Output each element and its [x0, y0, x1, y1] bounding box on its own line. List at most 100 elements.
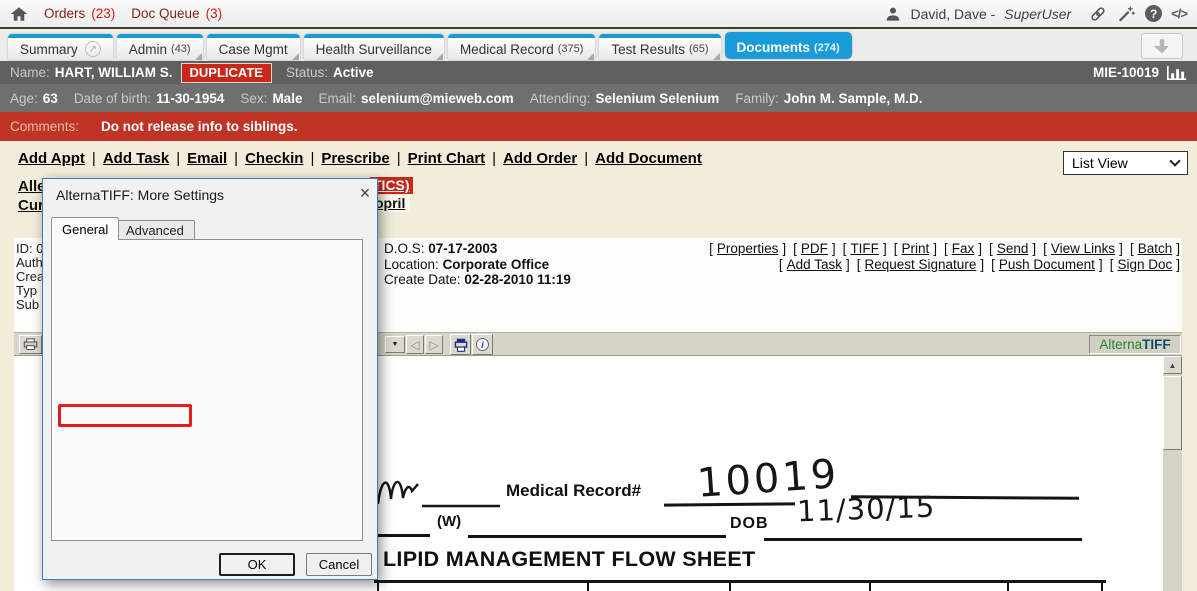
bracket: [	[1130, 241, 1134, 257]
separator: |	[492, 150, 496, 167]
close-icon[interactable]: ×	[355, 182, 375, 204]
pdf-link[interactable]: PDF	[801, 241, 828, 257]
bracket: ]	[1099, 257, 1103, 273]
tab-dropdown-fold-icon[interactable]	[195, 53, 202, 60]
previous-page-button[interactable]: ◁	[406, 335, 424, 354]
location-label: Location:	[384, 257, 439, 272]
patient-family: John M. Sample, M.D.	[784, 91, 923, 106]
help-icon[interactable]: ?	[1145, 5, 1162, 22]
checkin-link[interactable]: Checkin	[245, 150, 303, 167]
add-order-link[interactable]: Add Order	[503, 150, 577, 167]
tab-dropdown-fold-icon[interactable]	[713, 53, 720, 60]
add-task-doc-link[interactable]: Add Task	[787, 257, 842, 273]
chevron-down-icon	[1169, 155, 1180, 166]
print-link[interactable]: Print	[901, 241, 929, 257]
scan-underline	[372, 534, 430, 537]
scan-w-label: (W)	[437, 513, 461, 530]
tab-dropdown-fold-icon[interactable]	[587, 53, 594, 60]
tab-summary[interactable]: Summary ↗	[8, 34, 113, 60]
wand-icon[interactable]	[1117, 5, 1136, 23]
orders-link[interactable]: Orders	[44, 6, 85, 21]
down-arrow-icon	[1153, 37, 1171, 55]
patient-demographics-row: Age: 63 Date of birth: 11-30-1954 Sex: M…	[0, 84, 1197, 112]
add-document-link[interactable]: Add Document	[595, 150, 702, 167]
bracket: ]	[883, 241, 887, 257]
comments-bar: Comments: Do not release info to sibling…	[0, 112, 1197, 141]
dialog-tab-advanced[interactable]: Advanced	[115, 220, 195, 240]
info-button[interactable]: i	[472, 334, 493, 355]
bracket: [	[1110, 257, 1114, 273]
next-page-icon: ▷	[429, 339, 438, 351]
send-link[interactable]: Send	[997, 241, 1029, 257]
viewer-scrollbar[interactable]: ▲	[1163, 356, 1182, 591]
duplicate-badge[interactable]: DUPLICATE	[181, 63, 272, 83]
separator: |	[234, 150, 238, 167]
bracket: ]	[1032, 241, 1036, 257]
separator: |	[176, 150, 180, 167]
scan-table-line	[1007, 580, 1009, 591]
doc-queue-link[interactable]: Doc Queue	[131, 6, 199, 21]
tiff-link[interactable]: TIFF	[850, 241, 879, 257]
doc-id-field: ID: 0	[16, 241, 43, 256]
cancel-button[interactable]: Cancel	[306, 553, 372, 576]
scan-table-line	[587, 580, 589, 591]
chart-stats-icon[interactable]	[1167, 65, 1187, 80]
dialog-tab-general[interactable]: General	[51, 217, 119, 240]
next-page-button[interactable]: ▷	[425, 335, 443, 354]
bracket: ]	[1119, 241, 1123, 257]
tab-health-surveillance[interactable]: Health Surveillance	[304, 34, 444, 60]
add-task-link[interactable]: Add Task	[103, 150, 169, 167]
tab-label: Documents	[737, 40, 811, 55]
dropdown-arrow-icon: ▼	[392, 341, 399, 348]
add-appt-link[interactable]: Add Appt	[18, 150, 85, 167]
tab-admin[interactable]: Admin (43)	[117, 34, 203, 60]
print-chart-link[interactable]: Print Chart	[408, 150, 486, 167]
scroll-up-button[interactable]: ▲	[1163, 356, 1182, 374]
scan-record-label: Medical Record#	[506, 481, 641, 501]
properties-link[interactable]: Properties	[717, 241, 779, 257]
view-links-link[interactable]: View Links	[1051, 241, 1115, 257]
tab-case-mgmt[interactable]: Case Mgmt	[207, 34, 300, 60]
dialog-tab-page	[51, 239, 363, 541]
view-mode-select[interactable]: List View	[1063, 151, 1188, 175]
family-label: Family:	[735, 91, 779, 106]
scan-table-border	[374, 580, 1106, 583]
code-icon[interactable]: </>	[1171, 6, 1187, 21]
tab-dropdown-fold-icon[interactable]	[436, 53, 443, 60]
bracket: [	[991, 257, 995, 273]
tab-documents[interactable]: Documents (274)	[725, 32, 852, 59]
prescribe-link[interactable]: Prescribe	[321, 150, 389, 167]
separator: |	[397, 150, 401, 167]
request-signature-link[interactable]: Request Signature	[865, 257, 977, 273]
bracket: [	[793, 241, 797, 257]
tab-label: Case Mgmt	[219, 42, 288, 57]
print-setup-button[interactable]	[450, 334, 471, 355]
tab-medical-record[interactable]: Medical Record (375)	[448, 34, 595, 60]
home-icon[interactable]	[10, 6, 28, 22]
info-icon: i	[476, 338, 489, 351]
bracket: ]	[1176, 241, 1180, 257]
name-label: Name:	[10, 65, 50, 80]
link-icon[interactable]	[1088, 5, 1108, 23]
zoom-dropdown-button[interactable]: ▼	[385, 336, 405, 353]
ok-button[interactable]: OK	[219, 553, 295, 576]
patient-email: selenium@mieweb.com	[361, 91, 514, 106]
action-links-row: Add Appt | Add Task | Email | Checkin | …	[18, 150, 702, 167]
batch-link[interactable]: Batch	[1138, 241, 1173, 257]
tab-test-results[interactable]: Test Results (65)	[599, 34, 720, 60]
tab-dropdown-fold-icon[interactable]	[292, 53, 299, 60]
bracket: ]	[782, 241, 786, 257]
push-document-link[interactable]: Push Document	[999, 257, 1095, 273]
collapse-header-button[interactable]	[1141, 33, 1183, 59]
comments-label: Comments:	[10, 119, 79, 134]
scrollbar-thumb[interactable]	[1163, 376, 1182, 450]
sign-doc-link[interactable]: Sign Doc	[1117, 257, 1172, 273]
bracket: [	[857, 257, 861, 273]
fax-link[interactable]: Fax	[952, 241, 975, 257]
print-document-button[interactable]	[19, 335, 42, 354]
email-link[interactable]: Email	[187, 150, 227, 167]
external-link-icon[interactable]: ↗	[85, 41, 101, 57]
scan-sheet-title: LIPID MANAGEMENT FLOW SHEET	[383, 547, 755, 572]
print-setup-icon	[454, 338, 468, 352]
plugin-name-green: Alterna	[1099, 337, 1142, 352]
